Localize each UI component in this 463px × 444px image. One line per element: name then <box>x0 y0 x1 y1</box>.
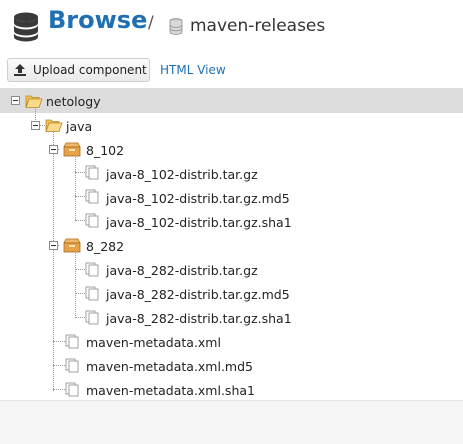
upload-component-label: Upload component <box>33 63 147 77</box>
tree-node-8-102[interactable]: 8_102 <box>86 143 124 158</box>
tree-connector <box>75 269 85 270</box>
tree-guide <box>75 251 76 316</box>
file-icon <box>85 213 99 228</box>
package-icon <box>63 142 81 157</box>
tree-connector <box>53 389 65 390</box>
file-icon <box>85 286 99 301</box>
file-icon <box>65 334 79 349</box>
tree-file[interactable]: java-8_102-distrib.tar.gz.sha1 <box>106 215 292 230</box>
tree-connector <box>75 317 85 318</box>
upload-component-button[interactable]: Upload component <box>7 58 150 82</box>
tree-connector <box>75 196 85 197</box>
collapse-toggle-java[interactable] <box>31 121 40 130</box>
folder-open-icon <box>45 119 63 132</box>
tree-node-8-282[interactable]: 8_282 <box>86 239 124 254</box>
file-icon <box>85 189 99 204</box>
tree-file[interactable]: maven-metadata.xml <box>86 335 221 350</box>
tree-connector <box>75 293 85 294</box>
breadcrumb-repository[interactable]: maven-releases <box>190 16 325 36</box>
upload-icon <box>14 64 26 76</box>
tree-node-java[interactable]: java <box>66 119 92 134</box>
file-icon <box>85 262 99 277</box>
panel-footer <box>0 400 463 444</box>
file-icon <box>65 358 79 373</box>
breadcrumb-separator: / <box>148 13 154 33</box>
html-view-link[interactable]: HTML View <box>160 63 226 77</box>
tree-file[interactable]: java-8_102-distrib.tar.gz <box>106 167 258 182</box>
tree-file[interactable]: maven-metadata.xml.md5 <box>86 359 253 374</box>
file-icon <box>85 310 99 325</box>
folder-open-icon <box>25 95 43 108</box>
repository-icon <box>169 18 183 35</box>
collapse-toggle-8-282[interactable] <box>49 241 58 250</box>
file-icon <box>65 382 79 397</box>
component-tree: netology java 8_102 java-8_102-distrib.t… <box>0 88 463 400</box>
tree-file[interactable]: java-8_102-distrib.tar.gz.md5 <box>106 191 290 206</box>
page-title: Browse <box>48 6 148 34</box>
package-icon <box>63 238 81 253</box>
tree-file[interactable]: java-8_282-distrib.tar.gz <box>106 263 258 278</box>
tree-connector <box>53 341 65 342</box>
file-icon <box>85 165 99 180</box>
collapse-toggle-netology[interactable] <box>11 96 20 105</box>
tree-node-netology[interactable]: netology <box>46 94 101 109</box>
tree-file[interactable]: java-8_282-distrib.tar.gz.md5 <box>106 287 290 302</box>
tree-connector <box>75 172 85 173</box>
page-header: Browse / maven-releases <box>0 0 463 52</box>
tree-file[interactable]: java-8_282-distrib.tar.gz.sha1 <box>106 311 292 326</box>
tree-file[interactable]: maven-metadata.xml.sha1 <box>86 383 255 398</box>
tree-connector <box>53 365 65 366</box>
tree-connector <box>75 220 85 221</box>
tree-guide <box>75 155 76 220</box>
collapse-toggle-8-102[interactable] <box>49 145 58 154</box>
database-icon <box>14 12 38 42</box>
tree-guide <box>53 132 54 391</box>
